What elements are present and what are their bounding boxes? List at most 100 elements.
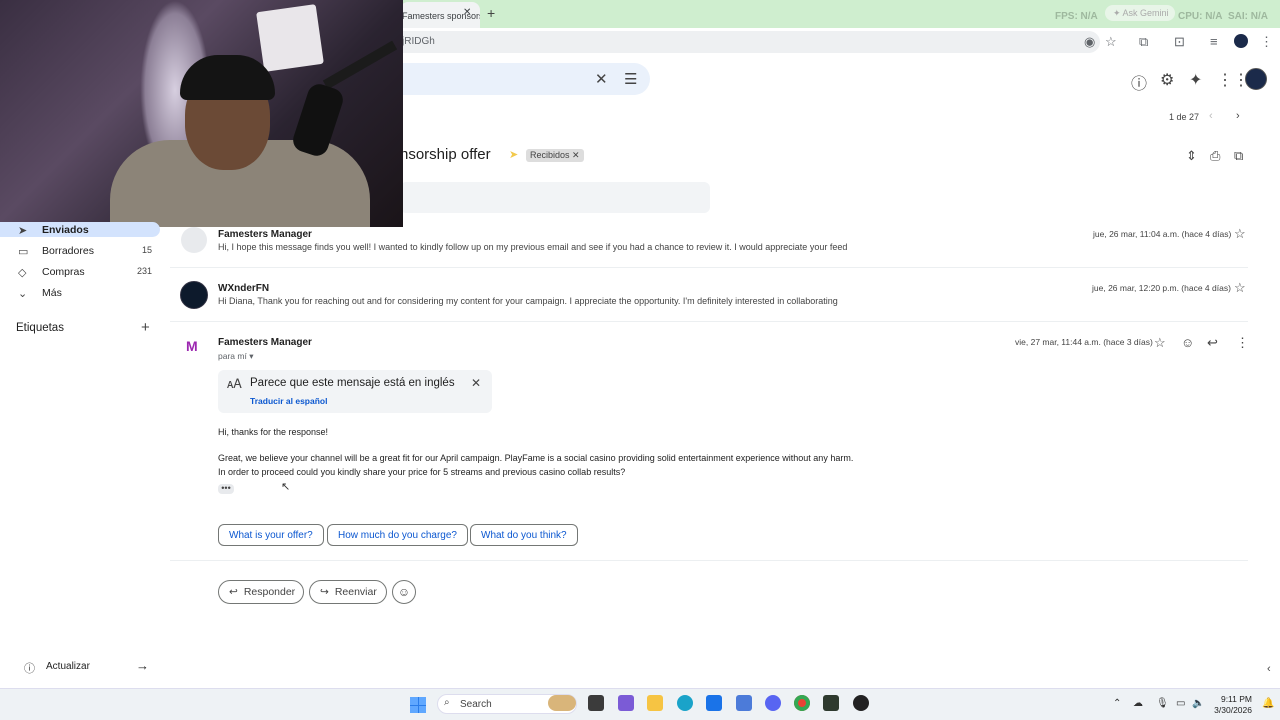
mouse-cursor-icon: ↖: [281, 481, 291, 493]
webcam-overlay: [0, 0, 403, 227]
sidebar-item-sent[interactable]: ➤ Enviados: [18, 224, 158, 236]
more-options-icon[interactable]: ⋮: [1236, 335, 1249, 351]
address-bar[interactable]: jRIDGh: [380, 31, 1100, 53]
sidebar-item-count: 231: [136, 266, 152, 276]
show-trimmed-button[interactable]: •••: [218, 484, 234, 494]
discord-icon[interactable]: [765, 695, 781, 711]
reply-button[interactable]: ↩ Responder: [218, 580, 304, 604]
remove-label-icon[interactable]: ✕: [572, 150, 580, 160]
message-snippet[interactable]: Hi, I hope this message finds you well! …: [218, 242, 847, 252]
ask-gemini-label: Ask Gemini: [1122, 8, 1169, 18]
overlay-sai: SAI: N/A: [1228, 11, 1268, 22]
message-sender[interactable]: Famesters Manager: [218, 229, 312, 240]
sender-logo-icon: M: [186, 338, 198, 354]
gear-icon[interactable]: ⚙: [1160, 70, 1174, 90]
mail-search-bar[interactable]: [380, 63, 650, 95]
translate-link[interactable]: Traducir al español: [250, 396, 327, 406]
chevron-down-icon: ⌄: [18, 288, 28, 300]
edge-icon[interactable]: [677, 695, 693, 711]
recipient-details[interactable]: para mí ▾: [218, 351, 253, 362]
label-chip[interactable]: Recibidos ✕: [526, 149, 584, 162]
browser-menu-icon[interactable]: ⋮: [1260, 34, 1273, 50]
importance-marker-icon[interactable]: ➤: [509, 148, 518, 161]
extensions-icon[interactable]: ⧉: [1139, 34, 1148, 50]
body-greeting: Hi, thanks for the response!: [218, 427, 329, 437]
smart-reply-chip[interactable]: What is your offer?: [218, 524, 324, 546]
pager-text: 1 de 27: [1169, 112, 1200, 122]
clock-time[interactable]: 9:11 PM: [1220, 694, 1252, 704]
copilot-icon[interactable]: [618, 695, 634, 711]
tray-app-icon[interactable]: ☁: [1133, 698, 1143, 709]
profile-avatar[interactable]: [1234, 34, 1248, 48]
sparkle-icon[interactable]: ✦: [1189, 70, 1202, 90]
tag-icon: ◇: [18, 267, 27, 279]
task-view-icon[interactable]: [588, 695, 604, 711]
account-avatar[interactable]: [1245, 68, 1267, 90]
body-line: Great, we believe your channel will be a…: [218, 453, 854, 463]
file-explorer-icon[interactable]: [647, 695, 663, 711]
app-icon[interactable]: [736, 695, 752, 711]
forward-icon: ↪: [320, 586, 329, 598]
reply-icon[interactable]: ↩: [1207, 335, 1218, 351]
chevron-left-icon[interactable]: ‹: [1267, 663, 1271, 675]
close-icon[interactable]: ✕: [471, 376, 481, 390]
sidebar-item-count: 15: [141, 245, 152, 255]
message-divider: [170, 267, 1248, 268]
sidebar-item-drafts[interactable]: ▭ Borradores 15: [18, 245, 158, 259]
clock-date[interactable]: 3/30/2026: [1211, 705, 1252, 715]
smart-reply-chip[interactable]: What do you think?: [470, 524, 578, 546]
open-new-window-icon[interactable]: ⧉: [1234, 148, 1243, 164]
next-page-icon[interactable]: ›: [1236, 110, 1240, 122]
bookmark-star-icon[interactable]: ☆: [1105, 34, 1117, 50]
summary-bar: [400, 182, 710, 213]
widgets-icon[interactable]: [548, 695, 576, 711]
notifications-icon[interactable]: 🔔: [1262, 698, 1274, 709]
update-label[interactable]: Actualizar: [46, 661, 90, 672]
star-icon[interactable]: ☆: [1234, 280, 1246, 296]
labels-heading: Etiquetas: [16, 322, 64, 334]
search-options-icon[interactable]: ☰: [624, 70, 637, 88]
sidebar-item-label: Borradores: [42, 245, 94, 257]
message-sender[interactable]: Famesters Manager: [218, 337, 312, 348]
new-tab-icon[interactable]: +: [487, 5, 495, 21]
obs-icon[interactable]: [853, 695, 869, 711]
chrome-icon[interactable]: [794, 695, 810, 711]
thread-subject: nsorship offer: [400, 146, 491, 163]
windows-start-icon[interactable]: [410, 697, 426, 713]
volume-icon[interactable]: 🔈: [1192, 698, 1204, 709]
reply-button-label: Responder: [243, 586, 296, 598]
smart-reply-chip[interactable]: How much do you charge?: [327, 524, 468, 546]
star-icon[interactable]: ☆: [1234, 226, 1246, 242]
store-icon[interactable]: [706, 695, 722, 711]
help-icon[interactable]: ⓘ: [1131, 70, 1147, 94]
star-icon[interactable]: ☆: [1154, 335, 1166, 351]
microphone-icon[interactable]: 🎙: [1156, 698, 1169, 709]
emoji-button[interactable]: ☺: [392, 580, 416, 604]
arrow-right-icon[interactable]: →: [136, 658, 149, 673]
sidebar-item-purchases[interactable]: ◇ Compras 231: [18, 266, 158, 280]
prev-page-icon[interactable]: ‹: [1209, 110, 1213, 122]
tray-overflow-icon[interactable]: ⌃: [1113, 698, 1121, 709]
media-control-icon[interactable]: ≡: [1210, 34, 1218, 49]
message-snippet[interactable]: Hi Diana, Thank you for reaching out and…: [218, 296, 838, 306]
network-icon[interactable]: ▭: [1176, 698, 1185, 709]
ask-gemini-button[interactable]: ✦ Ask Gemini: [1105, 5, 1175, 21]
terminal-icon[interactable]: [823, 695, 839, 711]
sidebar-item-more[interactable]: ⌄ Más: [18, 287, 158, 301]
tab-close-icon[interactable]: ✕: [463, 7, 471, 18]
translate-title: Parece que este mensaje está en inglés: [250, 377, 455, 389]
message-sender[interactable]: WXnderFN: [218, 283, 269, 294]
add-label-icon[interactable]: +: [141, 319, 150, 336]
sidebar-item-label: Enviados: [42, 224, 89, 236]
expand-all-icon[interactable]: ⇕: [1186, 148, 1197, 164]
send-icon: ➤: [18, 225, 28, 236]
forward-button[interactable]: ↪ Reenviar: [309, 580, 387, 604]
avatar: [181, 227, 207, 253]
emoji-react-icon[interactable]: ☺: [1181, 335, 1194, 350]
eye-off-icon[interactable]: ◉: [1084, 34, 1095, 50]
tab-search-icon[interactable]: ⊡: [1174, 34, 1185, 50]
forward-button-label: Reenviar: [334, 586, 377, 598]
clear-search-icon[interactable]: ✕: [595, 70, 608, 88]
print-icon[interactable]: ⎙: [1210, 148, 1220, 164]
search-icon: ⌕: [444, 697, 450, 708]
